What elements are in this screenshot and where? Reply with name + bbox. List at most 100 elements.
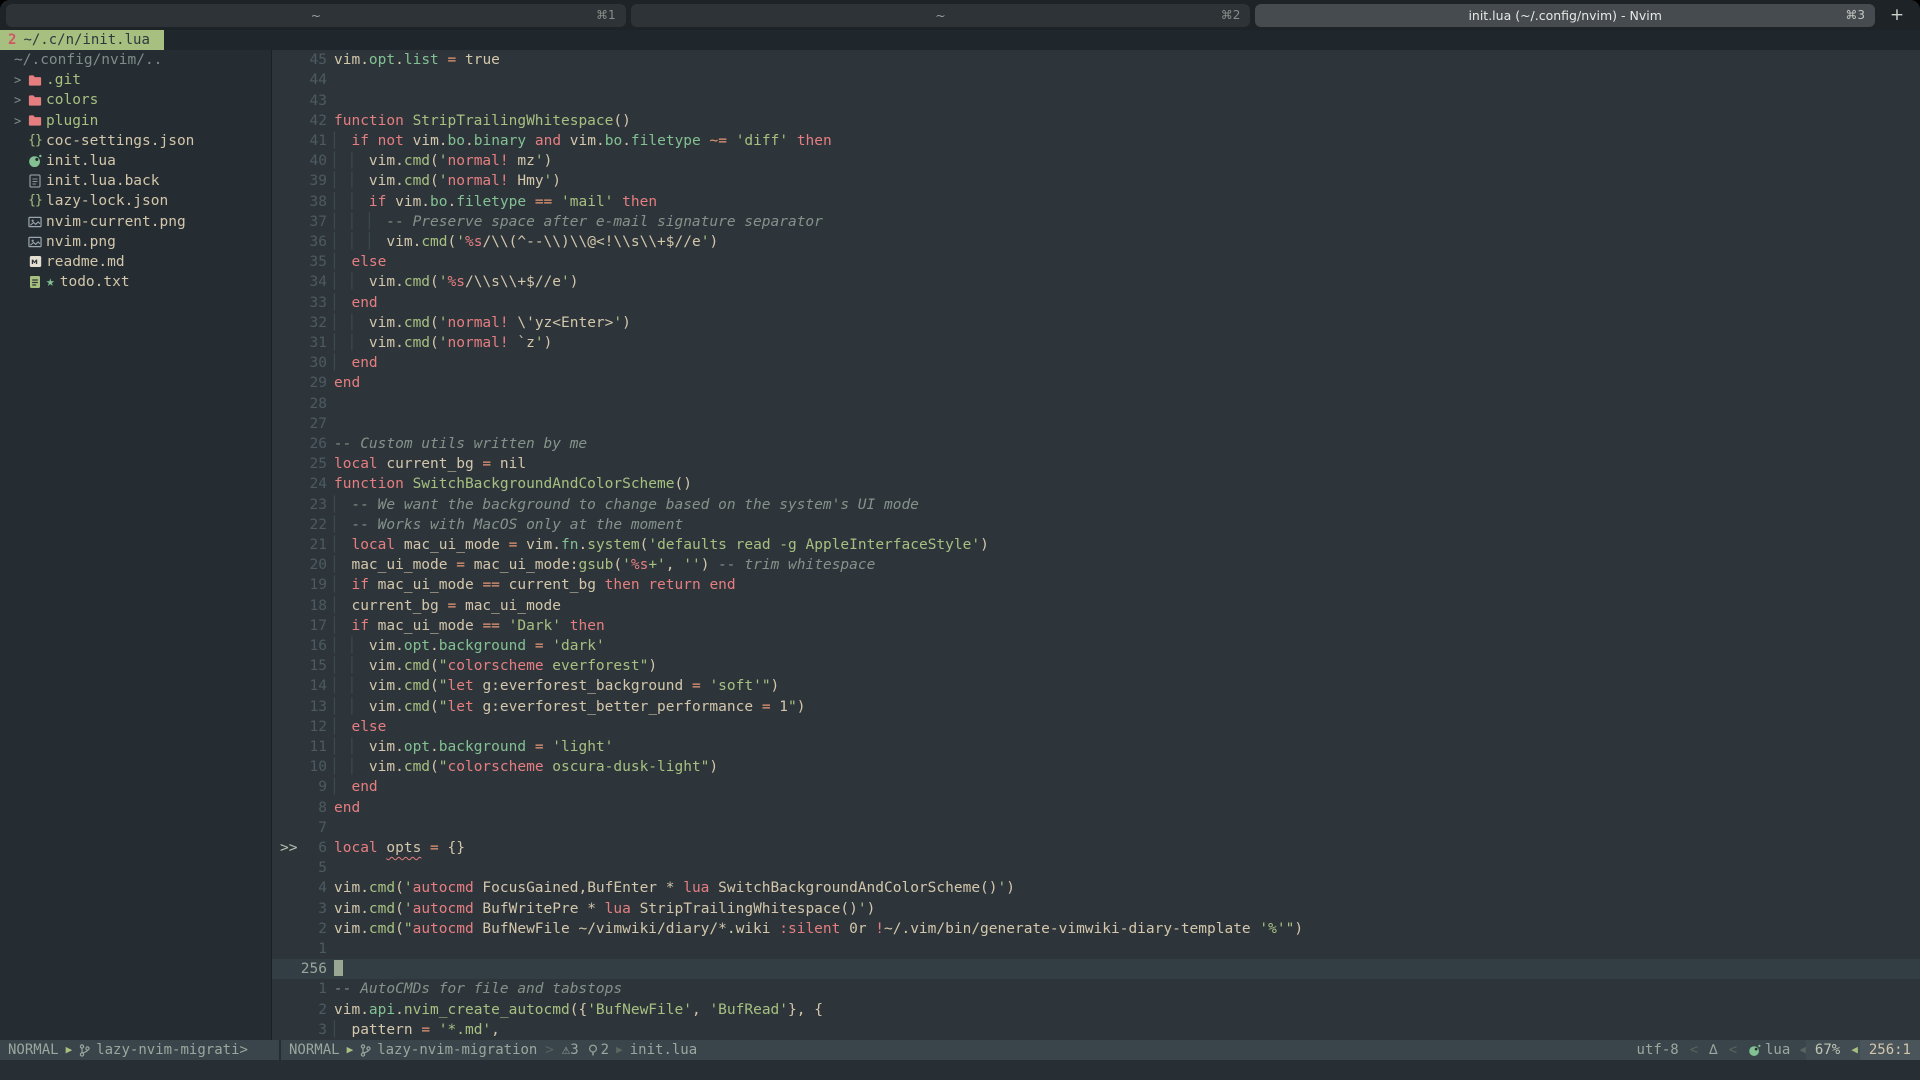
git-branch-icon — [360, 1044, 371, 1057]
editor-line[interactable]: 43 — [272, 90, 1920, 110]
editor-line[interactable]: 33 ▏ end — [272, 292, 1920, 312]
editor-line[interactable]: 7 — [272, 818, 1920, 838]
nvim-tab[interactable]: 2 ~/.c/n/init.lua — [0, 30, 164, 50]
editor-line[interactable]: 13▏ ▏ vim.cmd("let g:everforest_better_p… — [272, 697, 1920, 717]
code-text: ▏ ▏ vim.opt.background = 'dark' — [334, 638, 605, 654]
terminal-tab-3[interactable]: init.lua (~/.config/nvim) - Nvim⌘3 — [1255, 4, 1875, 27]
line-number: 39 — [300, 173, 327, 189]
editor-line[interactable]: 27 — [272, 414, 1920, 434]
editor-line[interactable]: >>6local opts = {} — [272, 838, 1920, 858]
editor-line[interactable]: 28 — [272, 393, 1920, 413]
tree-item-nvim.png[interactable]: nvim.png — [0, 232, 271, 252]
editor-line[interactable]: 2vim.api.nvim_create_autocmd({'BufNewFil… — [272, 1000, 1920, 1020]
tree-item-colors[interactable]: >colors — [0, 90, 271, 110]
editor-line[interactable]: 26-- Custom utils written by me — [272, 434, 1920, 454]
editor-line[interactable]: 8end — [272, 798, 1920, 818]
terminal-tab-shortcut: ⌘2 — [1221, 8, 1241, 22]
line-number: 32 — [300, 315, 327, 331]
line-number: 33 — [300, 295, 327, 311]
tree-item-init.lua.back[interactable]: init.lua.back — [0, 171, 271, 191]
tree-item-todo.txt[interactable]: ★todo.txt — [0, 272, 271, 292]
doc-icon — [27, 174, 43, 188]
editor-line[interactable]: 14▏ ▏ vim.cmd("let g:everforest_backgrou… — [272, 676, 1920, 696]
editor-line[interactable]: 23▏ -- We want the background to change … — [272, 494, 1920, 514]
new-tab-button[interactable]: + — [1880, 4, 1914, 27]
editor-line[interactable]: 20▏ mac_ui_mode = mac_ui_mode:gsub('%s+'… — [272, 555, 1920, 575]
editor-line[interactable]: 4vim.cmd('autocmd FocusGained,BufEnter *… — [272, 878, 1920, 898]
editor-line[interactable]: 35▏ else — [272, 252, 1920, 272]
editor-line[interactable]: 11▏ ▏ vim.opt.background = 'light' — [272, 737, 1920, 757]
tree-item-lazy-lock.json[interactable]: {}lazy-lock.json — [0, 191, 271, 211]
tree-item-init.lua[interactable]: init.lua — [0, 151, 271, 171]
terminal-tab-2[interactable]: ~⌘2 — [631, 4, 1251, 27]
editor-line[interactable]: 37▏ ▏ ▏ -- Preserve space after e-mail s… — [272, 212, 1920, 232]
editor-line[interactable]: 9▏ end — [272, 777, 1920, 797]
json-icon: {} — [27, 191, 43, 211]
tree-item-.git[interactable]: >.git — [0, 70, 271, 90]
code-text: ▏ local mac_ui_mode = vim.fn.system('def… — [334, 537, 989, 553]
editor-line[interactable]: 19▏ if mac_ui_mode == current_bg then re… — [272, 575, 1920, 595]
editor-line[interactable]: 17▏ if mac_ui_mode == 'Dark' then — [272, 616, 1920, 636]
line-number: 44 — [300, 72, 327, 88]
line-number: 256 — [300, 961, 327, 977]
tab-label: ~/.c/n/init.lua — [23, 32, 149, 48]
editor-line[interactable]: 2vim.cmd("autocmd BufNewFile ~/vimwiki/d… — [272, 919, 1920, 939]
editor-line[interactable]: 3vim.cmd('autocmd BufWritePre * lua Stri… — [272, 899, 1920, 919]
editor-line[interactable]: 16▏ ▏ vim.opt.background = 'dark' — [272, 636, 1920, 656]
code-text: ▏ ▏ if vim.bo.filetype == 'mail' then — [334, 194, 657, 210]
os-icon: ∆ — [1700, 1040, 1726, 1060]
tree-item-plugin[interactable]: >plugin — [0, 111, 271, 131]
editor-line[interactable]: 39▏ ▏ vim.cmd('normal! Hmy') — [272, 171, 1920, 191]
tree-item-coc-settings.json[interactable]: {}coc-settings.json — [0, 131, 271, 151]
editor-line[interactable]: 18▏ current_bg = mac_ui_mode — [272, 595, 1920, 615]
editor-line[interactable]: 34▏ ▏ vim.cmd('%s/\\s\\+$//e') — [272, 272, 1920, 292]
editor-line[interactable]: 12▏ else — [272, 717, 1920, 737]
editor-line[interactable]: 15▏ ▏ vim.cmd("colorscheme everforest") — [272, 656, 1920, 676]
line-number: 5 — [300, 860, 327, 876]
code-text: ▏ ▏ vim.cmd('normal! `z') — [334, 335, 552, 351]
editor-cursor-line[interactable]: 256 — [272, 959, 1920, 979]
chevron-right-icon: > — [14, 111, 27, 131]
code-text: function StripTrailingWhitespace() — [334, 113, 631, 129]
editor-line[interactable]: 38▏ ▏ if vim.bo.filetype == 'mail' then — [272, 191, 1920, 211]
code-text: vim.cmd('autocmd FocusGained,BufEnter * … — [334, 880, 1015, 896]
editor-line[interactable]: 10▏ ▏ vim.cmd("colorscheme oscura-dusk-l… — [272, 757, 1920, 777]
editor-line[interactable]: 36▏ ▏ ▏ vim.cmd('%s/\\(^--\\)\\@<!\\s\\+… — [272, 232, 1920, 252]
editor-line[interactable]: 41▏ if not vim.bo.binary and vim.bo.file… — [272, 131, 1920, 151]
terminal-tab-1[interactable]: ~⌘1 — [6, 4, 626, 27]
editor-line[interactable]: 22▏ -- Works with MacOS only at the mome… — [272, 515, 1920, 535]
editor-line[interactable]: 1-- AutoCMDs for file and tabstops — [272, 979, 1920, 999]
mode-indicator: NORMAL — [289, 1040, 340, 1060]
editor-line[interactable]: 29end — [272, 373, 1920, 393]
editor-buffer: 45vim.opt.list = true 44 4342function Stri… — [272, 50, 1920, 1040]
tree-item-nvim-current.png[interactable]: nvim-current.png — [0, 212, 271, 232]
command-line[interactable]: :NvimTreeToggle — [0, 1060, 1920, 1080]
editor-line[interactable]: 31▏ ▏ vim.cmd('normal! `z') — [272, 333, 1920, 353]
editor-line[interactable]: 42function StripTrailingWhitespace() — [272, 111, 1920, 131]
editor-line[interactable]: 3 ▏ pattern = '*.md', — [272, 1020, 1920, 1040]
editor-line[interactable]: 21▏ local mac_ui_mode = vim.fn.system('d… — [272, 535, 1920, 555]
line-number: 3 — [300, 1022, 327, 1038]
editor-line[interactable]: 24function SwitchBackgroundAndColorSchem… — [272, 474, 1920, 494]
editor-line[interactable]: 5 — [272, 858, 1920, 878]
code-text: ▏ ▏ ▏ -- Preserve space after e-mail sig… — [334, 214, 823, 230]
code-text: ▏ end — [334, 295, 378, 311]
code-text: end — [334, 375, 360, 391]
editor-line[interactable]: 1 — [272, 939, 1920, 959]
code-text: ▏ ▏ vim.cmd('normal! mz') — [334, 153, 552, 169]
terminal-tab-title: init.lua (~/.config/nvim) - Nvim — [1468, 8, 1661, 23]
editor-line[interactable]: 40▏ ▏ vim.cmd('normal! mz') — [272, 151, 1920, 171]
tree-item-readme.md[interactable]: readme.md — [0, 252, 271, 272]
editor-line[interactable]: 30▏ end — [272, 353, 1920, 373]
line-number: 1 — [300, 941, 327, 957]
code-text: ▏ pattern = '*.md', — [334, 1022, 500, 1038]
editor-line[interactable]: 25local current_bg = nil — [272, 454, 1920, 474]
chevron-separator: > — [545, 1040, 553, 1060]
tree-root-path[interactable]: ~/.config/nvim/.. — [0, 50, 271, 70]
editor-line[interactable]: 32▏ ▏ vim.cmd('normal! \'yz<Enter>') — [272, 313, 1920, 333]
editor-line[interactable]: 44 — [272, 70, 1920, 90]
scroll-percent: 67% — [1806, 1040, 1849, 1060]
code-text: ▏ if mac_ui_mode == 'Dark' then — [334, 618, 605, 634]
editor-line[interactable]: 45vim.opt.list = true — [272, 50, 1920, 70]
tree-item-label: nvim-current.png — [46, 212, 186, 232]
